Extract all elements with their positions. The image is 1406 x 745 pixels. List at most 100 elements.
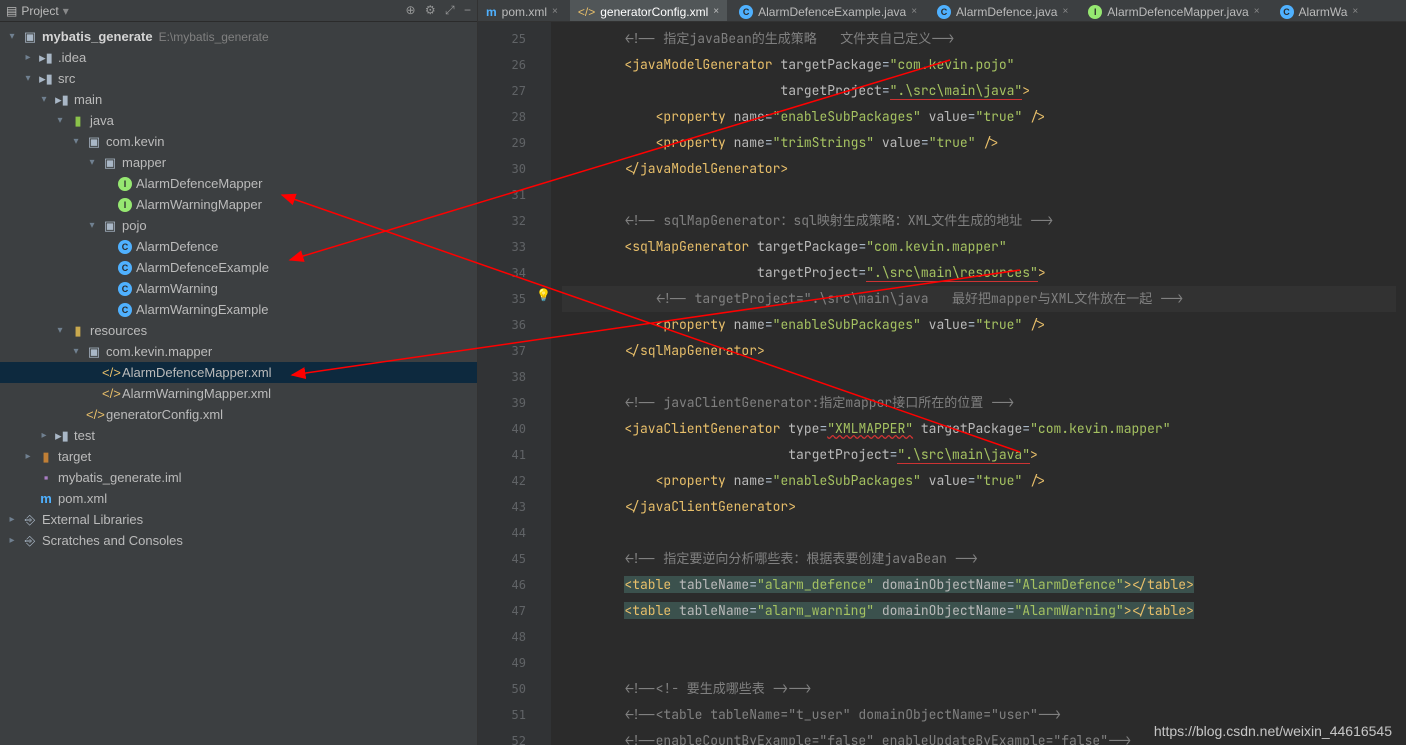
file-tab[interactable]: CAlarmDefenceExample.java×: [731, 0, 925, 22]
project-tree[interactable]: ▾▣mybatis_generateE:\mybatis_generate▸▸▮…: [0, 22, 477, 745]
expand-toggle[interactable]: ▾: [54, 325, 66, 336]
tree-item[interactable]: ·CAlarmDefence: [0, 236, 477, 257]
tree-item[interactable]: ·CAlarmDefenceExample: [0, 257, 477, 278]
tree-item[interactable]: ▾▣pojo: [0, 215, 477, 236]
xml-icon: </>: [578, 5, 595, 19]
package-icon: ▣: [102, 155, 118, 171]
tree-item[interactable]: ▾▮java: [0, 110, 477, 131]
line-number: 43: [478, 494, 526, 520]
expand-icon[interactable]: ⤢: [445, 3, 455, 17]
code-line[interactable]: <table tableName="alarm_warning" domainO…: [562, 598, 1396, 624]
code-line[interactable]: <!--enableCountByExample="false" enableU…: [562, 728, 1396, 745]
tree-item[interactable]: ·▪mybatis_generate.iml: [0, 467, 477, 488]
tree-item[interactable]: ▾▮resources: [0, 320, 477, 341]
code-line[interactable]: <!-- 指定javaBean的生成策略 文件夹自己定义-->: [562, 26, 1396, 52]
code-line[interactable]: targetProject=".\src\main\java">: [562, 78, 1396, 104]
code-line[interactable]: </sqlMapGenerator>: [562, 338, 1396, 364]
code-line[interactable]: <property name="enableSubPackages" value…: [562, 104, 1396, 130]
expand-toggle[interactable]: ▾: [86, 220, 98, 231]
file-tab[interactable]: CAlarmDefence.java×: [929, 0, 1076, 22]
tree-item[interactable]: ·CAlarmWarningExample: [0, 299, 477, 320]
expand-toggle[interactable]: ▾: [70, 346, 82, 357]
code-line[interactable]: [562, 182, 1396, 208]
expand-toggle[interactable]: ▾: [70, 136, 82, 147]
expand-toggle[interactable]: ▸: [38, 430, 50, 441]
code-line[interactable]: <sqlMapGenerator targetPackage="com.kevi…: [562, 234, 1396, 260]
code-line[interactable]: <!--<table tableName="t_user" domainObje…: [562, 702, 1396, 728]
code-line[interactable]: [562, 650, 1396, 676]
tree-item[interactable]: ▾▸▮src: [0, 68, 477, 89]
bulb-icon[interactable]: 💡: [536, 288, 551, 302]
editor-tabs[interactable]: mpom.xml×</>generatorConfig.xml×CAlarmDe…: [478, 0, 1406, 22]
tree-item[interactable]: ·CAlarmWarning: [0, 278, 477, 299]
expand-toggle[interactable]: ▾: [22, 73, 34, 84]
tree-item[interactable]: ▾▣com.kevin.mapper: [0, 341, 477, 362]
code-line[interactable]: <!-- sqlMapGenerator：sql映射生成策略：XML文件生成的地…: [562, 208, 1396, 234]
locate-icon[interactable]: ⊕: [406, 3, 416, 17]
code-line[interactable]: </javaModelGenerator>: [562, 156, 1396, 182]
code-line[interactable]: [562, 520, 1396, 546]
chevron-down-icon[interactable]: ▾: [63, 4, 69, 18]
tree-label: Scratches and Consoles: [42, 533, 183, 548]
code-line[interactable]: <property name="trimStrings" value="true…: [562, 130, 1396, 156]
close-icon[interactable]: ×: [552, 6, 558, 17]
close-icon[interactable]: ×: [1352, 6, 1358, 17]
expand-toggle[interactable]: ▾: [54, 115, 66, 126]
line-number: 47: [478, 598, 526, 624]
fold-strip: 💡: [534, 22, 552, 745]
tree-item[interactable]: ▾▣mapper: [0, 152, 477, 173]
code-line[interactable]: [562, 364, 1396, 390]
tree-item[interactable]: ▾▣mybatis_generateE:\mybatis_generate: [0, 26, 477, 47]
tree-item[interactable]: ▸▮target: [0, 446, 477, 467]
close-icon[interactable]: ×: [1062, 6, 1068, 17]
tree-label: pojo: [122, 218, 147, 233]
tree-item[interactable]: ·</>AlarmWarningMapper.xml: [0, 383, 477, 404]
code-editor[interactable]: <!-- 指定javaBean的生成策略 文件夹自己定义--> <javaMod…: [552, 22, 1406, 745]
code-line[interactable]: </javaClientGenerator>: [562, 494, 1396, 520]
expand-toggle[interactable]: ▸: [22, 52, 34, 63]
close-icon[interactable]: ×: [911, 6, 917, 17]
gear-icon[interactable]: ⚙: [425, 3, 436, 17]
tree-item[interactable]: ▸⎆External Libraries: [0, 509, 477, 530]
expand-toggle[interactable]: ▸: [6, 535, 18, 546]
file-tab[interactable]: CAlarmWa×: [1272, 0, 1367, 22]
tree-item[interactable]: ·IAlarmWarningMapper: [0, 194, 477, 215]
tree-item[interactable]: ·IAlarmDefenceMapper: [0, 173, 477, 194]
tree-item[interactable]: ▸▸▮test: [0, 425, 477, 446]
code-line[interactable]: <!-- targetProject=".\src\main\java 最好把m…: [562, 286, 1396, 312]
expand-toggle[interactable]: ▸: [6, 514, 18, 525]
code-line[interactable]: targetProject=".\src\main\java">: [562, 442, 1396, 468]
code-line[interactable]: <javaClientGenerator type="XMLMAPPER" ta…: [562, 416, 1396, 442]
close-icon[interactable]: ×: [1254, 6, 1260, 17]
tree-label: AlarmWarningExample: [136, 302, 268, 317]
code-line[interactable]: <!--<!- 要生成哪些表 ->-->: [562, 676, 1396, 702]
tree-item[interactable]: ·</>generatorConfig.xml: [0, 404, 477, 425]
tree-item[interactable]: ·</>AlarmDefenceMapper.xml: [0, 362, 477, 383]
expand-toggle[interactable]: ▾: [38, 94, 50, 105]
expand-toggle[interactable]: ▾: [86, 157, 98, 168]
code-line[interactable]: <javaModelGenerator targetPackage="com.k…: [562, 52, 1396, 78]
code-line[interactable]: targetProject=".\src\main\resources">: [562, 260, 1396, 286]
line-number: 41: [478, 442, 526, 468]
code-line[interactable]: [562, 624, 1396, 650]
tree-item[interactable]: ▾▸▮main: [0, 89, 477, 110]
code-line[interactable]: <table tableName="alarm_defence" domainO…: [562, 572, 1396, 598]
tree-label: target: [58, 449, 91, 464]
code-line[interactable]: <property name="enableSubPackages" value…: [562, 468, 1396, 494]
pom-icon: m: [486, 5, 497, 19]
expand-toggle[interactable]: ▸: [22, 451, 34, 462]
file-tab[interactable]: IAlarmDefenceMapper.java×: [1080, 0, 1267, 22]
project-tool-window: ▤ Project ▾ ⊕ ⚙ ⤢ − ▾▣mybatis_generateE:…: [0, 0, 478, 745]
tree-item[interactable]: ·mpom.xml: [0, 488, 477, 509]
code-line[interactable]: <!-- 指定要逆向分析哪些表：根据表要创建javaBean -->: [562, 546, 1396, 572]
code-line[interactable]: <!-- javaClientGenerator:指定mapper接口所在的位置…: [562, 390, 1396, 416]
file-tab[interactable]: mpom.xml×: [478, 0, 566, 22]
tree-item[interactable]: ▸▸▮.idea: [0, 47, 477, 68]
tree-item[interactable]: ▾▣com.kevin: [0, 131, 477, 152]
code-line[interactable]: <property name="enableSubPackages" value…: [562, 312, 1396, 338]
hide-icon[interactable]: −: [464, 3, 471, 17]
expand-toggle[interactable]: ▾: [6, 31, 18, 42]
file-tab[interactable]: </>generatorConfig.xml×: [570, 0, 727, 22]
tree-item[interactable]: ▸⎆Scratches and Consoles: [0, 530, 477, 551]
close-icon[interactable]: ×: [713, 6, 719, 17]
